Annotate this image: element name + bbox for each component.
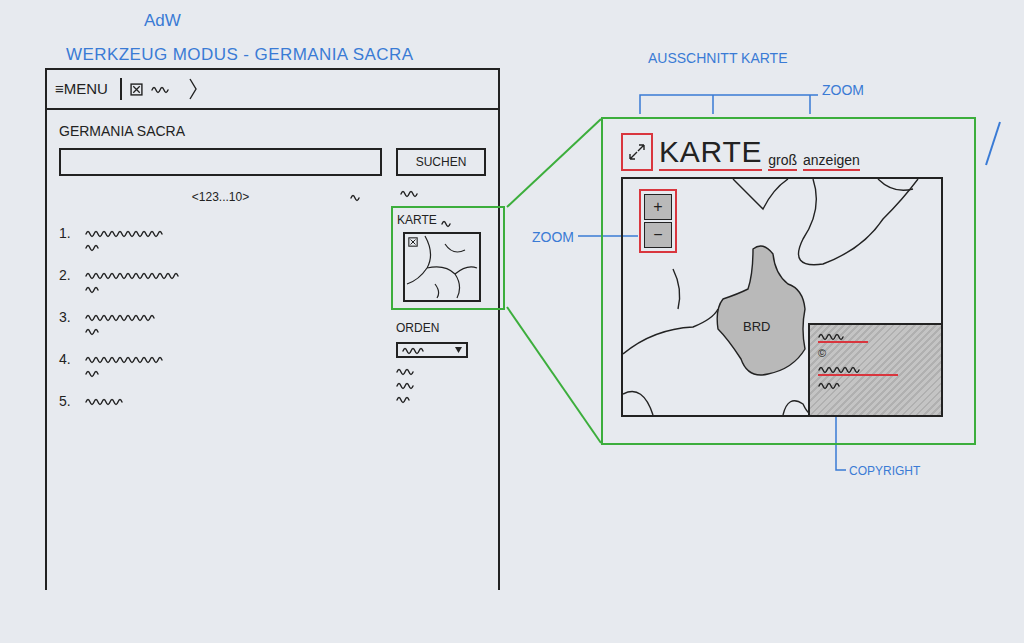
image-placeholder-icon bbox=[130, 83, 143, 96]
map-detail-panel: KARTE groß anzeigen +− BRD © bbox=[601, 117, 976, 445]
chevron-icon bbox=[189, 78, 197, 100]
text-scribble bbox=[818, 331, 868, 341]
text-scribble bbox=[85, 368, 107, 378]
map-widget[interactable]: KARTE bbox=[391, 206, 505, 310]
text-scribble bbox=[402, 345, 442, 355]
region-shape bbox=[717, 246, 805, 375]
text-scribble bbox=[85, 270, 270, 280]
zoom-in-button[interactable]: + bbox=[644, 194, 672, 220]
sheet-title: WERKZEUG MODUS - GERMANIA SACRA bbox=[66, 42, 414, 68]
text-scribble bbox=[85, 312, 220, 322]
order-label: ORDEN bbox=[396, 320, 486, 336]
result-number: 2. bbox=[59, 266, 77, 294]
text-scribble bbox=[441, 218, 451, 228]
result-list: 1. 2. 3. 4. 5. bbox=[59, 224, 382, 410]
page-body: GERMANIA SACRA SUCHEN <123...10> 1. 2. 3. 4. 5.… bbox=[47, 110, 498, 410]
annotation-lines bbox=[0, 0, 1024, 643]
zoom-annotation: ZOOM bbox=[822, 80, 864, 101]
text-scribble bbox=[400, 188, 432, 198]
order-options bbox=[396, 366, 486, 404]
zoom-annotation: ZOOM bbox=[532, 227, 574, 248]
zoom-control: +− bbox=[639, 189, 677, 253]
results-column: <123...10> 1. 2. 3. 4. 5. bbox=[59, 188, 382, 410]
text-scribble bbox=[350, 192, 368, 202]
order-dropdown[interactable] bbox=[396, 342, 468, 358]
region-label: BRD bbox=[743, 317, 770, 337]
menu-button[interactable]: ≡MENU bbox=[55, 78, 108, 101]
org-label: AdW bbox=[144, 8, 181, 34]
detail-title: AUSSCHNITT KARTE bbox=[648, 48, 788, 69]
breadcrumb[interactable] bbox=[120, 78, 197, 100]
text-scribble bbox=[396, 366, 430, 376]
text-scribble bbox=[151, 84, 181, 94]
result-item[interactable]: 2. bbox=[59, 266, 382, 294]
dropdown-icon bbox=[455, 347, 462, 353]
expand-button[interactable] bbox=[621, 133, 653, 171]
result-number: 1. bbox=[59, 224, 77, 252]
image-placeholder-icon bbox=[408, 237, 418, 247]
text-scribble bbox=[818, 364, 898, 374]
sketch-sheet: AdW WERKZEUG MODUS - GERMANIA SACRA AUSSCH… bbox=[0, 0, 1024, 643]
search-button[interactable]: SUCHEN bbox=[396, 148, 486, 176]
text-scribble bbox=[396, 380, 430, 390]
map-detail-header: KARTE groß anzeigen bbox=[621, 133, 974, 171]
search-row: SUCHEN bbox=[59, 148, 486, 176]
map-detail-title: KARTE bbox=[659, 135, 762, 171]
copyright-annotation: COPYRIGHT bbox=[849, 462, 920, 480]
result-item[interactable]: 4. bbox=[59, 350, 382, 378]
result-number: 4. bbox=[59, 350, 77, 378]
text-scribble bbox=[85, 228, 235, 238]
text-scribble bbox=[85, 326, 107, 336]
pagination-row: <123...10> bbox=[59, 188, 382, 206]
menu-bar: ≡MENU bbox=[47, 70, 498, 110]
map-view[interactable]: +− BRD © bbox=[621, 177, 943, 417]
text-scribble bbox=[85, 396, 160, 406]
content-row: <123...10> 1. 2. 3. 4. 5. KARTE ORDEN bbox=[59, 188, 486, 410]
text-scribble bbox=[396, 394, 422, 404]
expand-icon bbox=[627, 142, 647, 162]
search-input[interactable] bbox=[59, 148, 382, 176]
text-scribble bbox=[85, 242, 107, 252]
page-title: GERMANIA SACRA bbox=[59, 122, 486, 140]
text-scribble bbox=[85, 354, 235, 364]
result-item[interactable]: 1. bbox=[59, 224, 382, 252]
zoom-out-button[interactable]: − bbox=[644, 222, 672, 248]
wireframe-page: ≡MENU GERMANIA SACRA SUCHEN <123...10> 1. 2. 3… bbox=[45, 68, 500, 590]
side-column: KARTE ORDEN bbox=[396, 188, 486, 410]
result-number: 3. bbox=[59, 308, 77, 336]
map-label: KARTE bbox=[397, 212, 437, 228]
pagination[interactable]: <123...10> bbox=[192, 188, 249, 206]
result-item[interactable]: 3. bbox=[59, 308, 382, 336]
copyright-box: © bbox=[808, 323, 941, 415]
size-word: groß bbox=[768, 151, 797, 171]
result-number: 5. bbox=[59, 392, 77, 410]
result-item[interactable]: 5. bbox=[59, 392, 382, 410]
text-scribble bbox=[85, 284, 107, 294]
map-thumbnail[interactable] bbox=[403, 232, 481, 302]
map-thumbnail-lines bbox=[405, 234, 479, 300]
show-action[interactable]: anzeigen bbox=[803, 151, 860, 171]
text-scribble bbox=[818, 380, 858, 390]
copyright-mark: © bbox=[818, 347, 941, 360]
